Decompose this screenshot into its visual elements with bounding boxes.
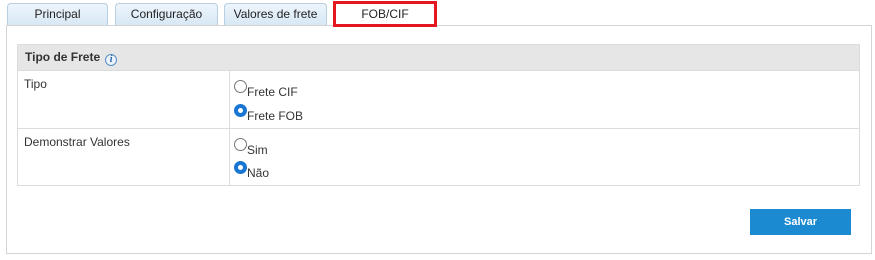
radio-frete-cif[interactable] [234,80,247,93]
section-title: Tipo de Frete [25,50,101,64]
radio-nao[interactable] [234,161,247,174]
radio-frete-fob[interactable] [234,104,247,117]
form-row-demonstrar-valores: Demonstrar Valores Sim Não [18,128,859,185]
field-value-demonstrar-valores: Sim Não [230,129,859,185]
radio-label-frete-cif: Frete CIF [247,85,298,99]
field-value-tipo: Frete CIF Frete FOB [230,71,859,128]
radio-sim[interactable] [234,138,247,151]
tab-valores-de-frete[interactable]: Valores de frete [224,3,327,25]
radio-label-nao: Não [247,166,270,180]
radio-label-frete-fob: Frete FOB [247,109,304,123]
field-label-demonstrar-valores: Demonstrar Valores [18,129,230,185]
radio-label-sim: Sim [247,143,268,157]
tab-bar: Principal Configuração Valores de frete … [0,0,875,27]
tab-panel: Tipo de Frete i Tipo Frete CIF Frete FOB … [6,25,872,254]
form-row-tipo: Tipo Frete CIF Frete FOB [18,71,859,128]
form-table: Tipo Frete CIF Frete FOB Demonstrar Valo… [17,71,860,186]
info-icon[interactable]: i [105,54,118,66]
section-header: Tipo de Frete i [17,44,860,71]
tab-fob-cif[interactable]: FOB/CIF [333,1,437,27]
save-button[interactable]: Salvar [750,209,851,235]
tab-configuracao[interactable]: Configuração [115,3,218,25]
field-label-tipo: Tipo [18,71,230,128]
tab-principal[interactable]: Principal [7,3,108,25]
